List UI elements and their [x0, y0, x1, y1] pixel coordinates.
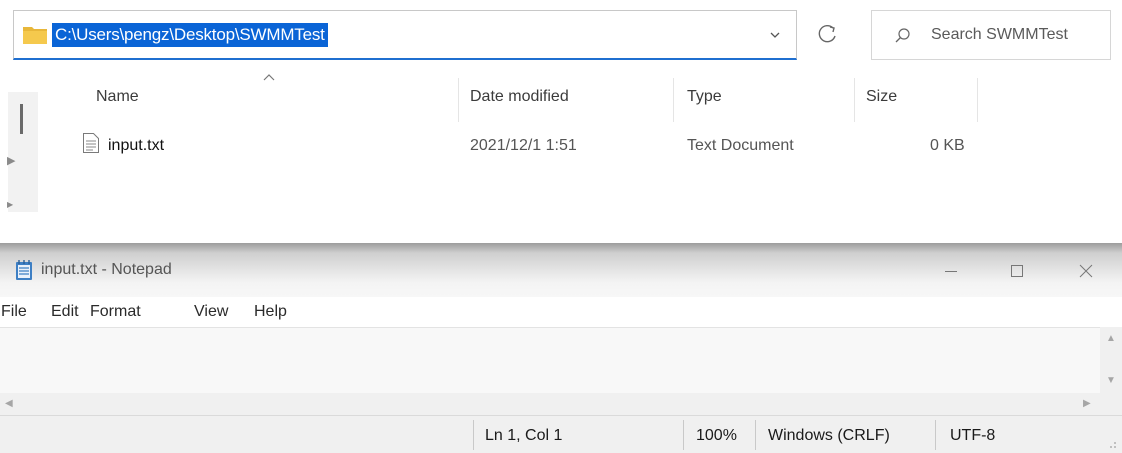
- text-file-icon: [83, 133, 99, 153]
- column-divider[interactable]: [854, 78, 855, 122]
- column-divider[interactable]: [458, 78, 459, 122]
- status-divider: [935, 420, 936, 450]
- chevron-down-icon[interactable]: [762, 22, 788, 48]
- search-box[interactable]: Search SWMMTest: [871, 10, 1111, 60]
- status-zoom: 100%: [696, 427, 737, 444]
- notepad-icon: [16, 260, 32, 280]
- minimize-icon[interactable]: [937, 259, 965, 283]
- close-icon[interactable]: [1072, 259, 1100, 283]
- file-type: Text Document: [687, 137, 794, 154]
- nav-scroll-thumb[interactable]: [20, 104, 23, 134]
- status-line-ending: Windows (CRLF): [768, 427, 890, 444]
- scroll-left-icon[interactable]: ◀: [5, 398, 13, 410]
- status-encoding: UTF-8: [950, 427, 996, 444]
- file-name[interactable]: input.txt: [108, 136, 164, 156]
- address-path-text[interactable]: C:\Users\pengz\Desktop\SWMMTest: [52, 23, 328, 47]
- column-header-type[interactable]: Type: [687, 87, 722, 107]
- column-header-size[interactable]: Size: [866, 87, 897, 107]
- expand-arrow-icon[interactable]: ▶: [7, 200, 13, 209]
- file-size: 0 KB: [930, 137, 965, 154]
- window-title: input.txt - Notepad: [41, 261, 172, 278]
- status-bar: Ln 1, Col 1 100% Windows (CRLF) UTF-8: [0, 415, 1122, 453]
- sort-ascending-icon: [263, 74, 275, 81]
- expand-arrow-icon[interactable]: ▶: [7, 154, 15, 167]
- file-row[interactable]: input.txt 2021/12/1 1:51 Text Document 0…: [75, 126, 980, 164]
- file-date-modified: 2021/12/1 1:51: [470, 137, 577, 154]
- menu-view[interactable]: View: [194, 301, 228, 323]
- file-explorer-window: C:\Users\pengz\Desktop\SWMMTest Search S…: [0, 0, 1122, 243]
- menu-bar: File Edit Format View Help: [0, 297, 1122, 327]
- menu-help[interactable]: Help: [254, 301, 287, 323]
- maximize-icon[interactable]: [1003, 259, 1031, 283]
- navigation-pane-strip[interactable]: ▶ ▶: [7, 92, 38, 212]
- search-placeholder[interactable]: Search SWMMTest: [931, 24, 1068, 46]
- column-header-date-modified[interactable]: Date modified: [470, 87, 569, 107]
- search-icon: [895, 28, 910, 43]
- status-divider: [755, 420, 756, 450]
- text-editor-area[interactable]: [0, 327, 1100, 394]
- menu-edit[interactable]: Edit: [51, 301, 79, 323]
- refresh-icon[interactable]: [803, 10, 853, 60]
- scroll-down-icon[interactable]: ▼: [1106, 375, 1116, 387]
- scroll-up-icon[interactable]: ▲: [1106, 333, 1116, 345]
- menu-file[interactable]: File: [1, 301, 27, 323]
- notepad-window: input.txt - Notepad File Edit Format Vie…: [0, 243, 1122, 453]
- folder-icon: [23, 27, 47, 44]
- scroll-right-icon[interactable]: ▶: [1083, 398, 1091, 410]
- scrollbar-corner: [1100, 393, 1122, 415]
- column-header-name[interactable]: Name: [96, 87, 139, 107]
- resize-grip-icon[interactable]: [1104, 436, 1118, 450]
- menu-format[interactable]: Format: [90, 301, 141, 323]
- horizontal-scrollbar[interactable]: ◀ ▶: [0, 393, 1100, 415]
- vertical-scrollbar[interactable]: ▲ ▼: [1100, 327, 1122, 393]
- column-divider[interactable]: [673, 78, 674, 122]
- status-cursor-position: Ln 1, Col 1: [485, 427, 563, 444]
- address-bar[interactable]: C:\Users\pengz\Desktop\SWMMTest: [13, 10, 797, 60]
- status-divider: [683, 420, 684, 450]
- status-divider: [473, 420, 474, 450]
- title-bar[interactable]: input.txt - Notepad: [0, 243, 1122, 297]
- column-divider[interactable]: [977, 78, 978, 122]
